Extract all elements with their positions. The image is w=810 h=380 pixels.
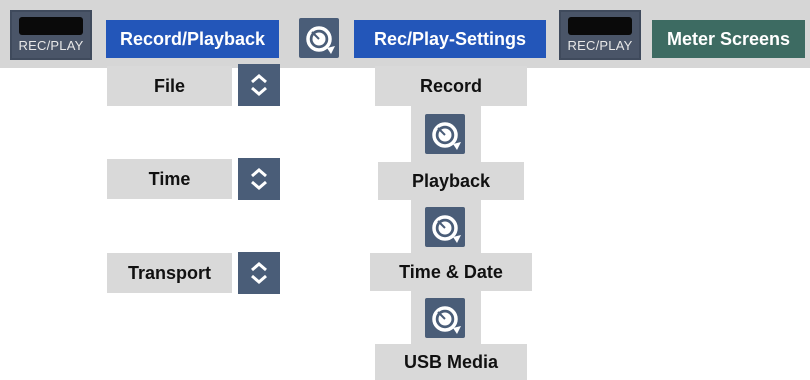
knob-icon-button[interactable]: [425, 114, 465, 154]
rec-play-device-button[interactable]: REC/PLAY: [10, 10, 92, 60]
settings-item-usb-media[interactable]: USB Media: [375, 344, 527, 380]
display-screen: [19, 17, 83, 35]
transport-stepper-button[interactable]: [238, 252, 280, 294]
menu-item-transport[interactable]: Transport: [107, 253, 232, 293]
rotary-knob-icon: [306, 26, 335, 54]
meter-screens-button[interactable]: Meter Screens: [652, 20, 805, 58]
settings-item-record[interactable]: Record: [375, 66, 527, 106]
record-playback-button[interactable]: Record/Playback: [106, 20, 279, 58]
file-stepper-button[interactable]: [238, 64, 280, 106]
rotary-knob-icon: [432, 122, 461, 150]
knob-icon-button[interactable]: [299, 18, 339, 58]
rotary-knob-icon: [432, 306, 461, 334]
display-screen: [568, 17, 632, 35]
up-down-chevron-icon: [251, 74, 267, 96]
knob-icon-button[interactable]: [425, 298, 465, 338]
rec-play-device-button-2[interactable]: REC/PLAY: [559, 10, 641, 60]
up-down-chevron-icon: [251, 168, 267, 190]
knob-icon-button[interactable]: [425, 207, 465, 247]
rec-play-label: REC/PLAY: [18, 38, 84, 53]
up-down-chevron-icon: [251, 262, 267, 284]
rec-play-settings-button[interactable]: Rec/Play-Settings: [354, 20, 546, 58]
settings-item-time-date[interactable]: Time & Date: [370, 253, 532, 291]
settings-item-playback[interactable]: Playback: [378, 162, 524, 200]
menu-item-time[interactable]: Time: [107, 159, 232, 199]
rotary-knob-icon: [432, 215, 461, 243]
time-stepper-button[interactable]: [238, 158, 280, 200]
menu-item-file[interactable]: File: [107, 66, 232, 106]
rec-play-label: REC/PLAY: [567, 38, 633, 53]
